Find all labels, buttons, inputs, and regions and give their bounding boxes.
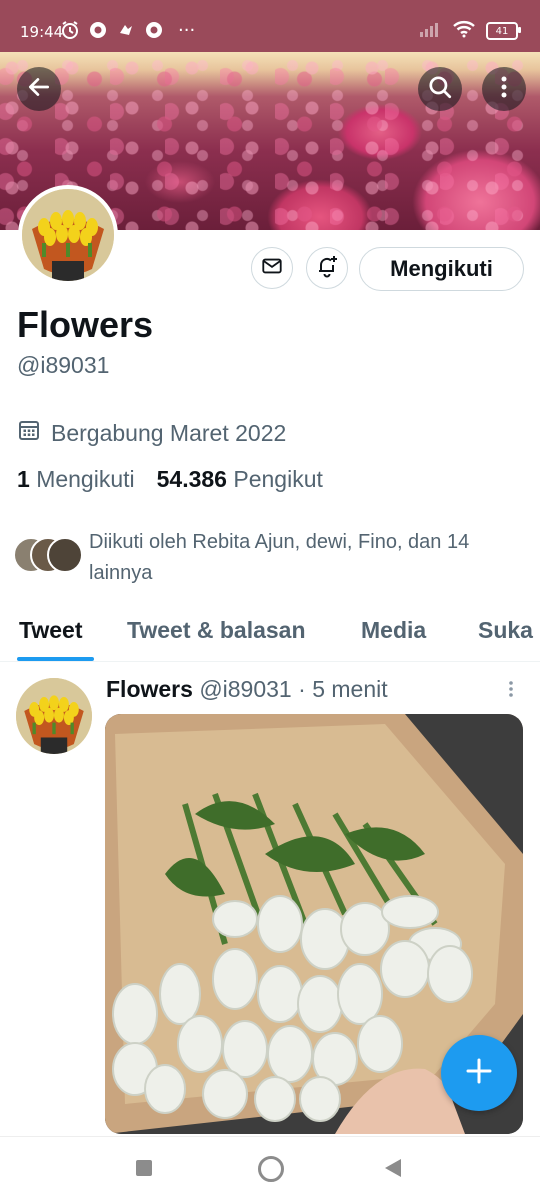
chrome-icon [144,20,164,40]
more-vertical-icon [500,75,508,104]
home-button[interactable] [258,1156,284,1182]
wifi-icon [452,20,476,42]
search-icon [427,74,453,105]
joined-date: Bergabung Maret 2022 [17,418,286,448]
battery-indicator: 41 [486,22,521,40]
followed-by-text: Diikuti oleh Rebita Ajun, dewi, Fino, da… [89,531,470,584]
tweet-separator: · [298,676,306,702]
tulip-bouquet-image [16,678,92,754]
chrome-icon [88,20,108,40]
tab-media[interactable]: Media [361,617,426,644]
tweet-author-handle[interactable]: @i89031 [199,676,291,702]
active-tab-indicator [17,657,94,661]
following-button[interactable]: Mengikuti [359,247,524,291]
bell-plus-icon [315,254,339,283]
tweet-author-name[interactable]: Flowers [106,676,193,702]
back-arrow-icon [26,74,52,105]
tweet-header: Flowers @i89031 · 5 menit [106,676,388,703]
message-button[interactable] [251,247,293,289]
follow-counts: 1 Mengikuti 54.386 Pengikut [17,466,323,493]
calendar-icon [17,418,41,448]
more-notifications-icon: ··· [178,19,196,41]
system-navigation-bar [0,1136,540,1201]
following-link[interactable]: 1 Mengikuti [17,466,135,493]
more-vertical-icon [508,680,514,703]
alarm-icon [60,20,80,40]
plus-icon [464,1056,494,1091]
followers-link[interactable]: 54.386 Pengikut [157,466,323,493]
notifications-button[interactable] [306,247,348,289]
tulip-bouquet-image [22,189,114,281]
system-back-button[interactable] [385,1159,401,1177]
profile-tabs: Tweet Tweet & balasan Media Suka [0,603,540,662]
tab-likes[interactable]: Suka [478,617,533,644]
profile-handle: @i89031 [17,352,110,378]
follower-avatar [47,537,83,573]
joined-text: Bergabung Maret 2022 [51,419,287,446]
followed-by-row[interactable]: Diikuti oleh Rebita Ajun, dewi, Fino, da… [13,527,529,589]
compose-tweet-button[interactable] [441,1035,517,1111]
search-button[interactable] [418,67,462,111]
profile-name: Flowers [17,304,154,345]
following-count: 1 [17,466,30,492]
tab-tweet[interactable]: Tweet [19,617,82,644]
status-time: 19:44 [20,23,64,41]
signal-icon [420,21,442,41]
tab-tweet-replies[interactable]: Tweet & balasan [127,617,306,644]
back-button[interactable] [17,67,61,111]
tweet-more-button[interactable] [500,680,522,702]
tweet-time[interactable]: 5 menit [312,676,387,702]
more-options-button[interactable] [482,67,526,111]
followers-label: Pengikut [233,466,323,492]
status-notification-icons: ··· [60,19,196,41]
status-bar: 19:44 ··· 41 [0,0,540,52]
recent-apps-button[interactable] [136,1160,152,1176]
tweet-author-avatar[interactable] [16,678,92,754]
app-notification-icon [116,20,136,40]
followers-count: 54.386 [156,466,227,492]
following-label: Mengikuti [36,466,135,492]
profile-avatar[interactable] [18,185,118,285]
follower-avatars [13,537,83,573]
mail-icon [261,255,283,282]
status-system-icons: 41 [420,20,521,42]
